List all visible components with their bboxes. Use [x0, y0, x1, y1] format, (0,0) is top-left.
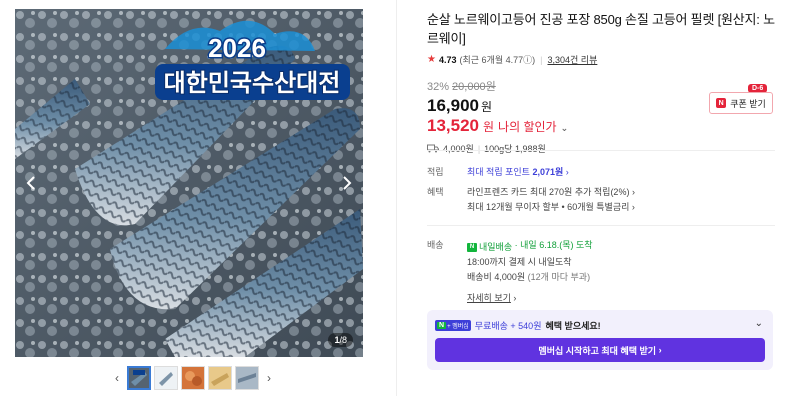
rating-row: ★ 4.73 (최근 6개월 4.77ⓘ) | 3,304건 리뷰 — [427, 53, 775, 66]
product-main-image[interactable]: 2026 대한민국수산대전 1/8 — [15, 9, 363, 357]
naver-plus-membership-icon: N + 멤버십 — [435, 320, 471, 331]
review-count-link[interactable]: 3,304건 리뷰 — [547, 53, 597, 66]
delivery-detail-link[interactable]: 자세히 보기 › — [467, 291, 593, 306]
installment-benefit-link[interactable]: 최대 12개월 무이자 할부 • 60개월 특별금리 › — [467, 200, 635, 215]
thumb-prev-chevron-icon[interactable]: ‹ — [110, 366, 124, 390]
divider — [427, 150, 775, 151]
coupon-button[interactable]: N 쿠폰 받기 — [709, 92, 773, 114]
delivery-cutoff: 18:00까지 결제 시 내일도착 — [467, 257, 572, 267]
recent-rating: (최근 6개월 4.77ⓘ) — [459, 55, 536, 65]
original-price: 20,000원 — [452, 81, 496, 93]
thumb-next-chevron-icon[interactable]: › — [262, 366, 276, 390]
naver-n-icon: N — [716, 98, 727, 108]
banner-title: 대한민국수산대전 — [164, 70, 341, 97]
membership-promo: N + 멤버십 무료배송 + 540원 혜택 받으세요! — [435, 319, 601, 332]
product-title: 순살 노르웨이고등어 진공 포장 850g 손질 고등어 필렛 [원산지: 노르… — [427, 12, 775, 46]
product-info: 순살 노르웨이고등어 진공 포장 850g 손질 고등어 필렛 [원산지: 노르… — [427, 10, 775, 155]
membership-start-button[interactable]: 멤버십 시작하고 최대 혜택 받기 › — [435, 338, 765, 362]
discount-rate: 32% — [427, 81, 450, 93]
column-divider — [396, 0, 397, 396]
my-discount-price[interactable]: 13,520 원 나의 할인가 ⌄ — [427, 116, 775, 136]
points-link[interactable]: 최대 적립 포인트 2,071원 › — [467, 165, 569, 180]
thumbnail-5[interactable] — [235, 366, 259, 390]
chevron-down-icon[interactable]: ⌄ — [755, 318, 763, 329]
shipping-summary: 4,000원 | 100g당 1,988원 — [427, 142, 775, 155]
rating-score: 4.73 — [438, 54, 457, 65]
star-icon: ★ — [427, 54, 436, 65]
thumbnail-strip: ‹ › — [110, 365, 276, 391]
card-benefit-link[interactable]: 라인프렌즈 카드 최대 270원 추가 적립(2%) › — [467, 185, 635, 200]
next-image-arrow-icon[interactable] — [337, 169, 357, 197]
points-row: 적립 최대 적립 포인트 2,071원 › — [427, 165, 569, 180]
thumbnail-2[interactable] — [154, 366, 178, 390]
truck-icon — [427, 144, 439, 153]
tomorrow-delivery-badge: N 내일배송 — [467, 240, 512, 255]
image-counter: 1/8 — [328, 333, 353, 347]
benefits-row: 혜택 라인프렌즈 카드 최대 270원 추가 적립(2%) › 최대 12개월 … — [427, 185, 635, 215]
thumbnail-4[interactable] — [208, 366, 232, 390]
divider: | — [540, 54, 543, 65]
prev-image-arrow-icon[interactable] — [21, 169, 41, 197]
divider — [427, 225, 775, 226]
delivery-fee: 배송비 4,000원 (12개 마다 부과) — [467, 272, 591, 282]
chevron-down-icon: ⌄ — [560, 123, 569, 133]
thumbnail-3[interactable] — [181, 366, 205, 390]
arrival-date: · 내일 6.18.(목) 도착 — [514, 240, 593, 250]
delivery-row: 배송 N 내일배송 · 내일 6.18.(목) 도착 18:00까지 결제 시 내… — [427, 238, 593, 306]
membership-box: N + 멤버십 무료배송 + 540원 혜택 받으세요! ⌄ 멤버십 시작하고 최… — [427, 310, 773, 370]
thumbnail-1[interactable] — [127, 366, 151, 390]
mackerel-fillet-photo: 2026 대한민국수산대전 — [15, 9, 363, 357]
banner-year: 2026 — [208, 33, 266, 63]
